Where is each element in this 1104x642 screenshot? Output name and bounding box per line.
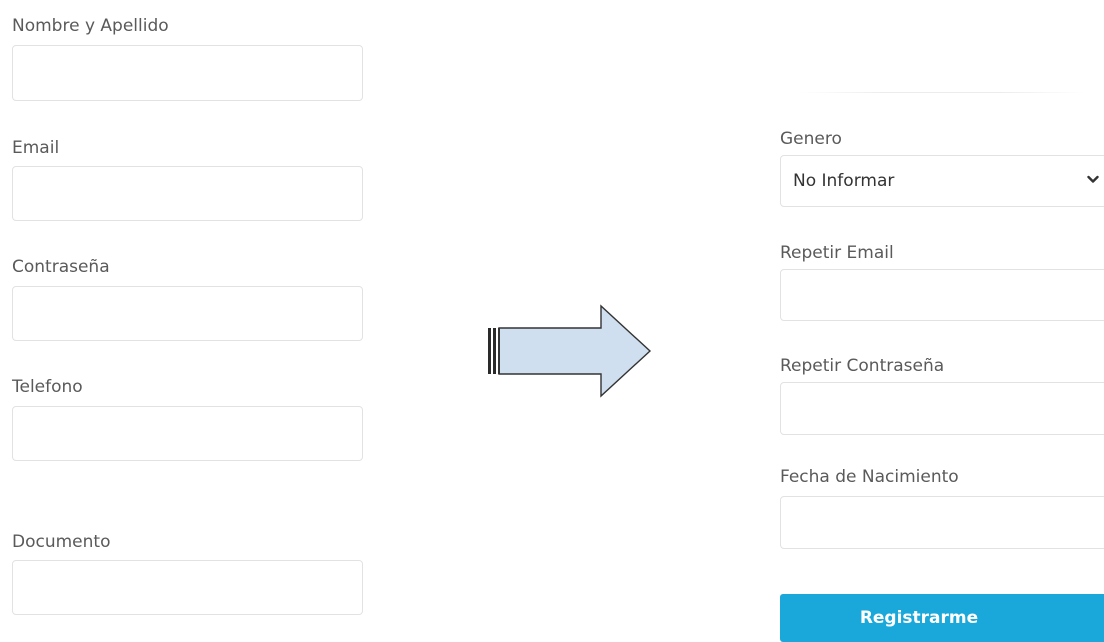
email-label: Email	[12, 138, 60, 158]
genero-select[interactable]: No Informar	[780, 155, 1104, 207]
chevron-down-icon[interactable]	[1087, 175, 1099, 185]
genero-label: Genero	[780, 129, 842, 149]
contrasena-input[interactable]	[12, 286, 363, 341]
repetir-email-input[interactable]	[780, 269, 1104, 321]
right-arrow-icon	[488, 304, 652, 398]
genero-selected-value: No Informar	[793, 171, 895, 191]
nombre-label: Nombre y Apellido	[12, 16, 169, 36]
repetir-contrasena-input[interactable]	[780, 382, 1104, 435]
registrarme-button[interactable]: Registrarme	[780, 594, 1104, 642]
telefono-input[interactable]	[12, 406, 363, 461]
documento-input[interactable]	[12, 560, 363, 615]
nombre-input[interactable]	[12, 45, 363, 101]
telefono-label: Telefono	[12, 377, 83, 397]
top-divider	[800, 92, 1085, 93]
fecha-nacimiento-input[interactable]	[780, 496, 1104, 549]
fecha-nacimiento-label: Fecha de Nacimiento	[780, 467, 959, 487]
repetir-email-label: Repetir Email	[780, 243, 894, 263]
registration-form-screen: Nombre y Apellido Email Contraseña Telef…	[0, 0, 1104, 642]
contrasena-label: Contraseña	[12, 257, 110, 277]
repetir-contrasena-label: Repetir Contraseña	[780, 356, 945, 376]
documento-label: Documento	[12, 532, 111, 552]
email-input[interactable]	[12, 166, 363, 221]
